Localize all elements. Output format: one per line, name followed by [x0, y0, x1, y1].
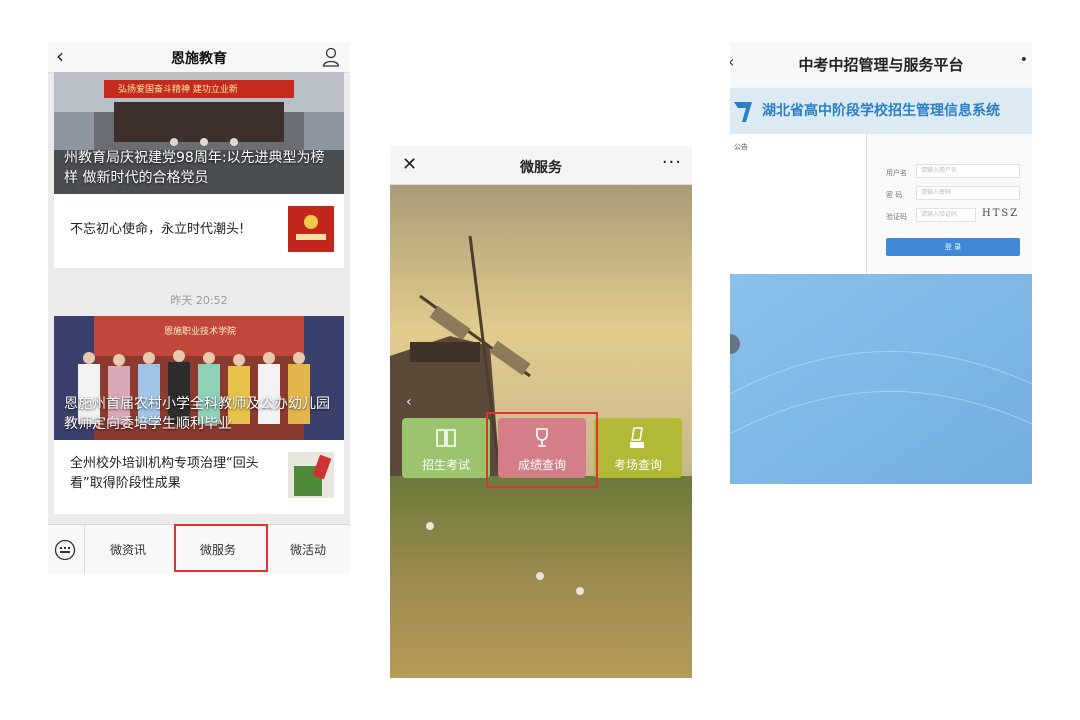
password-label: 密 码: [886, 191, 903, 199]
exam-venue-icon: [630, 427, 644, 448]
training-thumbnail: [288, 452, 334, 498]
page-title: 中考中招管理与服务平台: [798, 56, 964, 74]
timestamp: 昨天 20:52: [170, 294, 228, 307]
user-profile-icon[interactable]: [322, 47, 340, 67]
login-button[interactable]: 登 录: [886, 238, 1020, 256]
keyboard-icon: [54, 539, 76, 561]
news-title: 全州校外培训机构专项治理“回头看”取得阶段性成果: [70, 456, 259, 491]
notice-title: 公告: [734, 143, 748, 151]
hero-banner-text: 恩施职业技术学院: [164, 327, 237, 337]
tab-news[interactable]: 微资讯: [88, 541, 168, 558]
news-hero-1[interactable]: 弘扬爱国奋斗精神 建功立业新 州教育局庆祝建党98周年:以先进典型为榜样 做新时…: [54, 72, 344, 194]
page-title: 恩施教育: [171, 51, 227, 67]
notice-panel: 公告: [730, 134, 867, 274]
system-banner: 湖北省高中阶段学校招生管理信息系统: [730, 88, 1032, 134]
service-exam-venue-query[interactable]: 考场查询: [594, 418, 682, 478]
captcha-field[interactable]: 请输入验证码: [916, 208, 976, 222]
system-name: 湖北省高中阶段学校招生管理信息系统: [762, 103, 1000, 119]
password-field[interactable]: 请输入密码: [916, 186, 1020, 200]
hero-banner-text: 弘扬爱国奋斗精神 建功立业新: [118, 85, 238, 95]
page-title: 微服务: [520, 160, 562, 176]
party-emblem-thumbnail: [288, 206, 334, 252]
blue-background: [730, 274, 1032, 484]
nav-bar: ‹ 恩施教育: [48, 42, 350, 73]
news-caption: 恩施州首届农村小学全科教师及公办幼儿园教师定向委培学生顺利毕业: [64, 396, 330, 432]
service-enrollment-exam[interactable]: 招生考试: [402, 418, 490, 478]
news-row[interactable]: 不忘初心使命，永立时代潮头!: [54, 194, 344, 268]
nav-bar: ‹ 中考中招管理与服务平台 •: [730, 42, 1032, 86]
more-options-icon[interactable]: •: [1020, 52, 1028, 68]
captcha-label: 验证码: [886, 213, 907, 221]
system-logo-icon: [734, 102, 752, 122]
nav-bar: ✕ 微服务 ···: [390, 146, 692, 185]
chevron-left-icon[interactable]: ‹: [406, 394, 412, 410]
news-card-2: 恩施职业技术学院 恩施州首届农村小学全科教师及公办幼儿园教师定向委培学生顺利毕业…: [54, 316, 344, 514]
phone-screen-exam-platform: ‹ 中考中招管理与服务平台 • 湖北省高中阶段学校招生管理信息系统 公告 用户名…: [730, 42, 1032, 484]
username-field[interactable]: 请输入用户名: [916, 164, 1020, 178]
news-title: 不忘初心使命，永立时代潮头!: [70, 222, 245, 237]
highlight-box: [174, 524, 268, 572]
keyboard-toggle[interactable]: [48, 525, 85, 574]
highlight-box: [486, 412, 598, 488]
book-icon: [436, 429, 456, 447]
captcha-image[interactable]: HTSZ: [982, 208, 1019, 219]
phone-screen-enshi-education: ‹ 恩施教育 弘扬爱国奋斗精神 建功立业新 州教育局庆祝建党98周年:以先进典型…: [48, 42, 350, 574]
phone-screen-micro-services: ✕ 微服务 ··· ‹ 招生考试 成绩查询 考场查询: [390, 146, 692, 678]
tab-activities[interactable]: 微活动: [268, 541, 348, 558]
news-card-1: 弘扬爱国奋斗精神 建功立业新 州教育局庆祝建党98周年:以先进典型为榜样 做新时…: [54, 72, 344, 268]
news-caption: 州教育局庆祝建党98周年:以先进典型为榜样 做新时代的合格党员: [64, 150, 325, 186]
more-options-icon[interactable]: ···: [662, 152, 682, 173]
login-section: 公告 用户名 请输入用户名 密 码 请输入密码 验证码 请输入验证码 HTSZ …: [730, 134, 1032, 274]
service-label: 招生考试: [421, 458, 470, 472]
service-label: 考场查询: [613, 458, 662, 472]
news-hero-2[interactable]: 恩施职业技术学院 恩施州首届农村小学全科教师及公办幼儿园教师定向委培学生顺利毕业: [54, 316, 344, 440]
username-label: 用户名: [886, 169, 907, 177]
news-row[interactable]: 全州校外培训机构专项治理“回头看”取得阶段性成果: [54, 440, 344, 514]
